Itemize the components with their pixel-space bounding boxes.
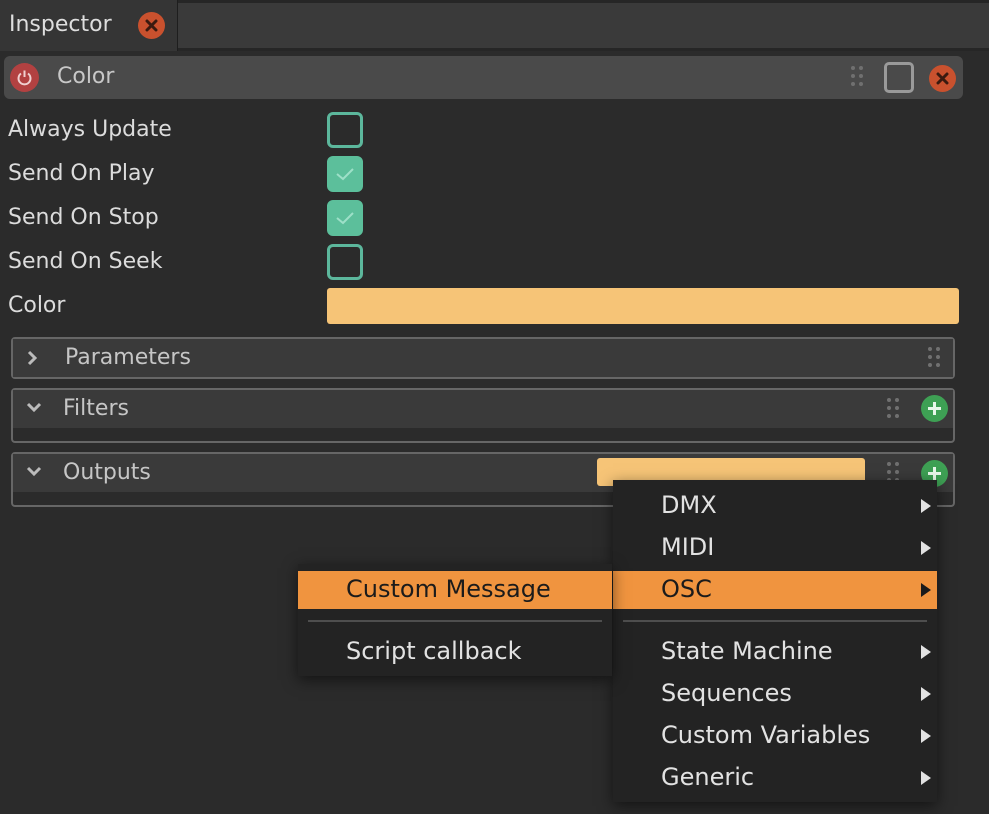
parameters-title: Parameters	[65, 345, 191, 370]
color-swatch[interactable]	[327, 288, 959, 324]
send-on-play-label: Send On Play	[8, 161, 155, 186]
always-update-checkbox[interactable]	[327, 112, 363, 148]
grip-icon[interactable]	[887, 398, 899, 418]
send-on-seek-checkbox[interactable]	[327, 244, 363, 280]
menu-item-midi[interactable]: MIDI	[613, 529, 937, 567]
send-on-seek-label: Send On Seek	[8, 249, 163, 274]
menu-item-custom-variables[interactable]: Custom Variables	[613, 717, 937, 755]
grip-icon[interactable]	[928, 347, 940, 367]
arrow-right-icon	[921, 645, 931, 659]
close-icon[interactable]	[929, 65, 956, 92]
arrow-right-icon	[921, 583, 931, 597]
tab-inspector[interactable]: Inspector	[0, 0, 178, 51]
output-type-menu: DMX MIDI OSC State Machine Sequences Cus…	[613, 480, 937, 802]
always-update-label: Always Update	[8, 117, 172, 142]
parameters-header[interactable]: Parameters	[13, 339, 953, 377]
arrow-right-icon	[921, 499, 931, 513]
tab-title: Inspector	[9, 12, 112, 37]
menu-item-script-callback[interactable]: Script callback	[298, 633, 612, 671]
plus-icon	[928, 402, 941, 415]
chevron-right-icon	[27, 350, 38, 366]
color-label: Color	[8, 293, 66, 318]
filters-title: Filters	[63, 396, 129, 421]
outputs-title: Outputs	[63, 460, 151, 485]
menu-separator	[308, 620, 602, 622]
arrow-right-icon	[921, 541, 931, 555]
power-icon[interactable]	[10, 63, 39, 92]
arrow-right-icon	[921, 687, 931, 701]
toggle-checkbox[interactable]	[884, 62, 914, 93]
tab-bar-empty	[178, 3, 989, 48]
send-on-stop-checkbox[interactable]	[327, 200, 363, 236]
menu-item-generic[interactable]: Generic	[613, 759, 937, 797]
chevron-down-icon	[26, 466, 42, 477]
menu-item-sequences[interactable]: Sequences	[613, 675, 937, 713]
send-on-stop-label: Send On Stop	[8, 205, 159, 230]
arrow-right-icon	[921, 729, 931, 743]
arrow-right-icon	[921, 771, 931, 785]
add-filter-button[interactable]	[921, 395, 948, 422]
grip-icon[interactable]	[887, 462, 899, 482]
chevron-down-icon	[26, 402, 42, 413]
plus-icon	[928, 467, 941, 480]
header-title: Color	[57, 64, 115, 89]
filters-section: Filters	[11, 388, 955, 443]
filters-header[interactable]: Filters	[13, 390, 953, 428]
inspector-header: Color	[4, 56, 963, 99]
menu-item-dmx[interactable]: DMX	[613, 487, 937, 525]
menu-item-osc[interactable]: OSC	[613, 571, 937, 609]
osc-submenu: Custom Message Script callback	[298, 564, 612, 676]
menu-separator	[623, 620, 927, 622]
menu-item-custom-message[interactable]: Custom Message	[298, 571, 612, 609]
menu-item-state-machine[interactable]: State Machine	[613, 633, 937, 671]
send-on-play-checkbox[interactable]	[327, 156, 363, 192]
tab-bar: Inspector	[0, 0, 989, 51]
close-icon[interactable]	[138, 12, 165, 39]
grip-icon[interactable]	[851, 66, 863, 86]
checkmark-icon	[336, 168, 354, 181]
checkmark-icon	[336, 212, 354, 225]
parameters-section: Parameters	[11, 337, 955, 379]
